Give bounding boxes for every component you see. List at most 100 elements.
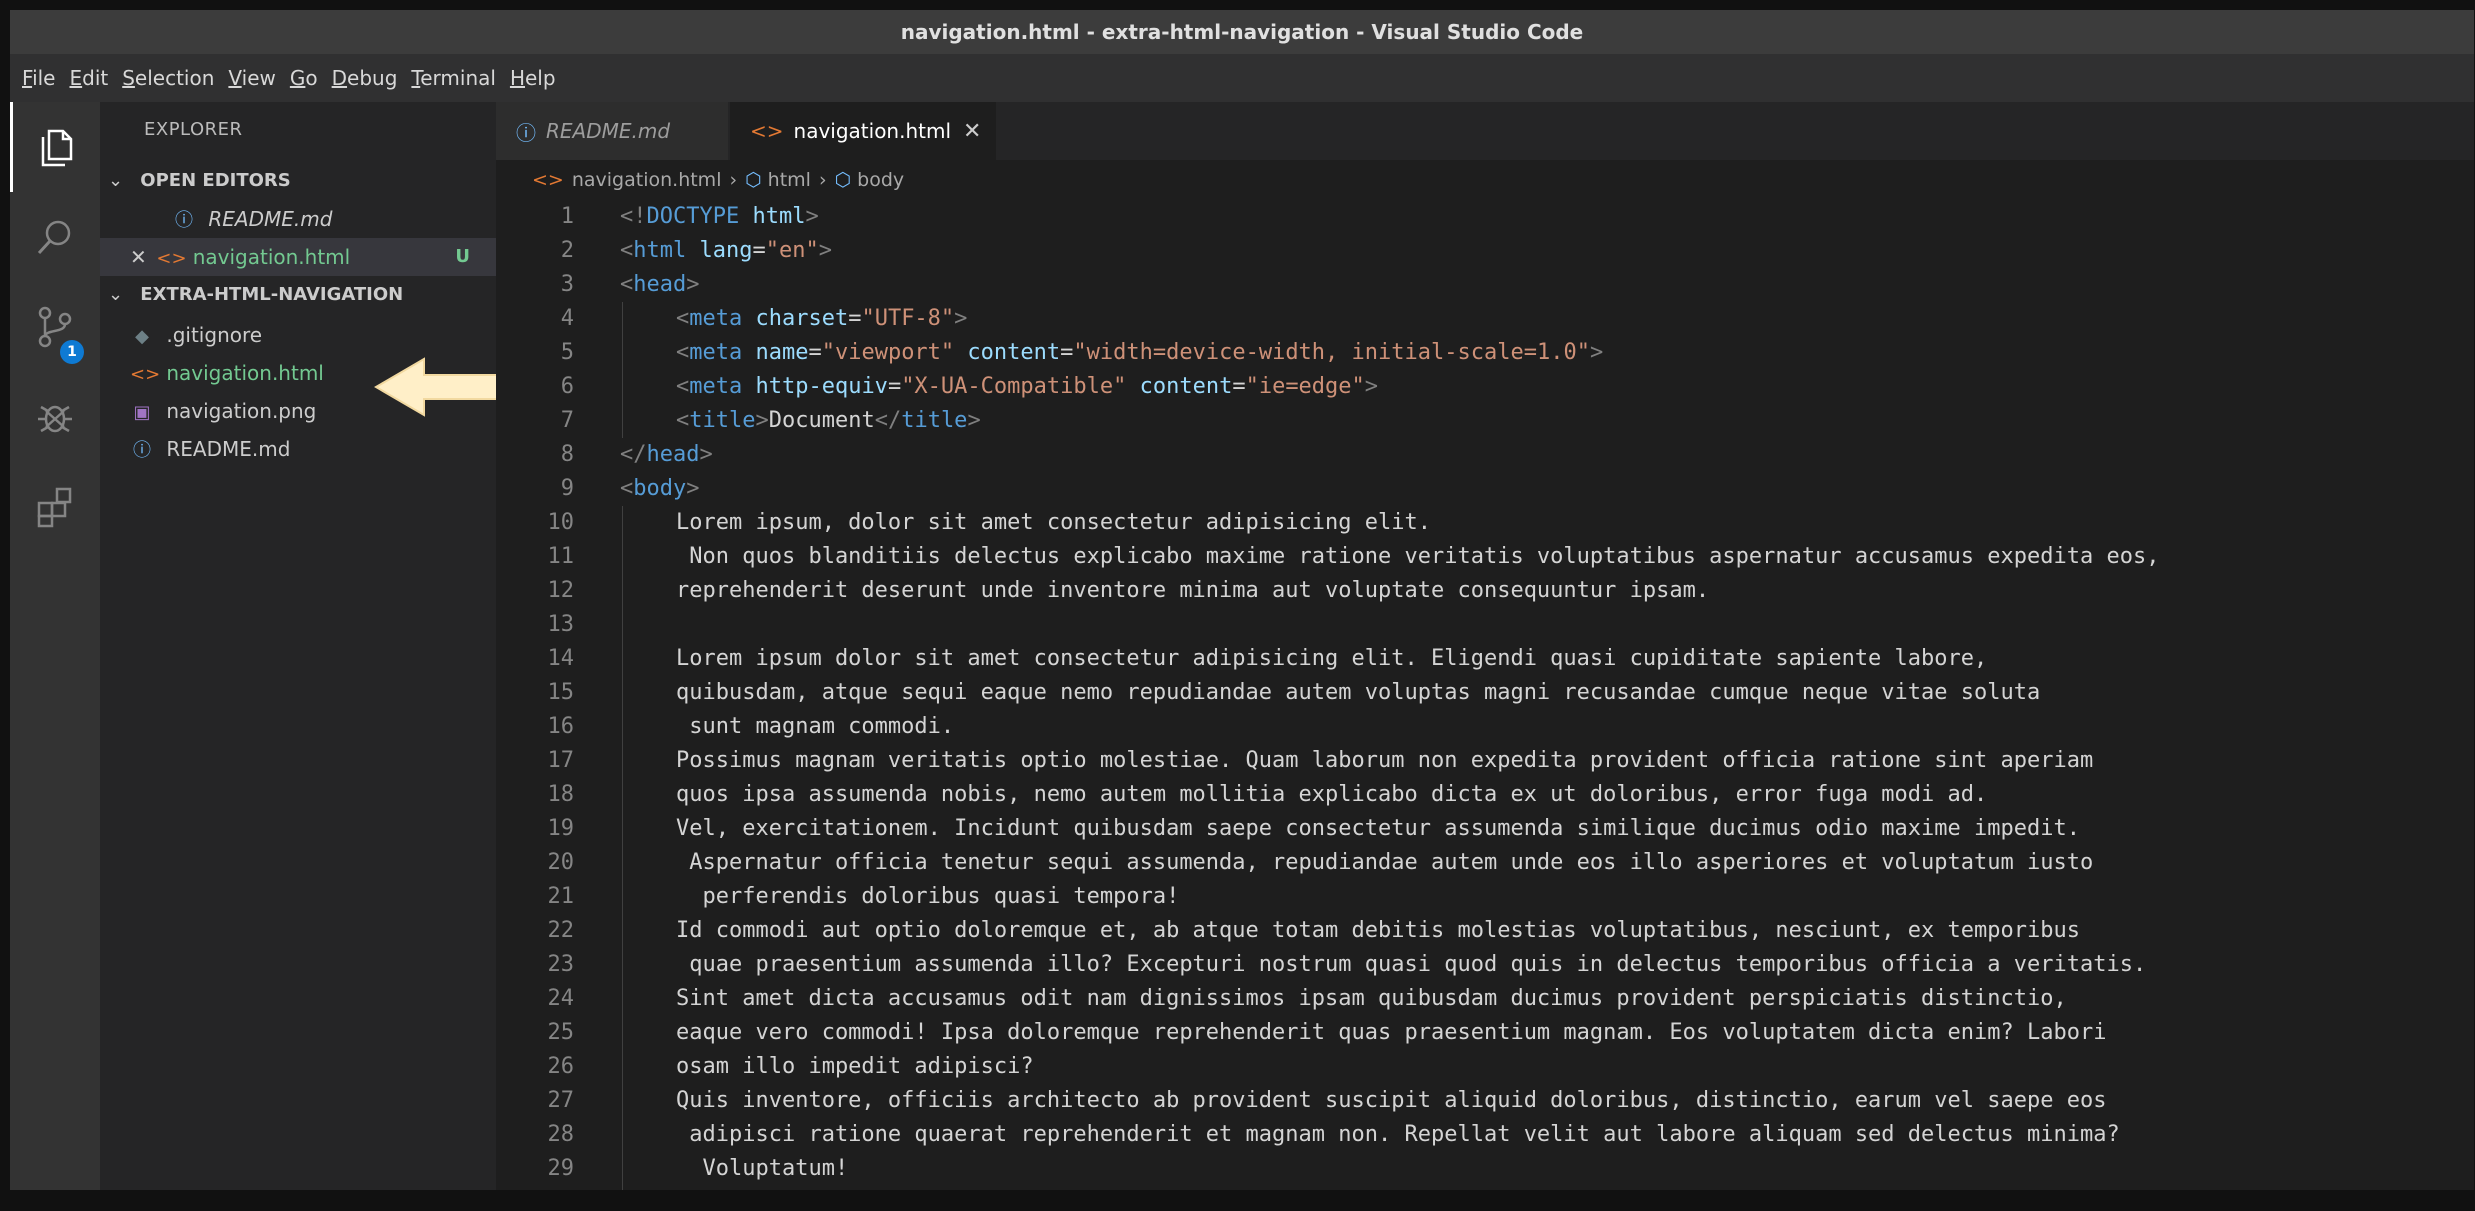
- menu-label-rest: election: [134, 66, 215, 90]
- code-token: "width=device-width, initial-scale=1.0": [1073, 340, 1590, 365]
- menu-mnemonic: F: [22, 66, 33, 90]
- activity-explorer[interactable]: [10, 102, 100, 192]
- code-token: body: [633, 476, 687, 501]
- code-token: </: [620, 442, 647, 467]
- code-token: <: [676, 374, 690, 399]
- html-file-icon: <>: [130, 364, 161, 385]
- untracked-badge: U: [455, 246, 470, 267]
- code-token: http-equiv: [742, 374, 888, 399]
- open-editors-header[interactable]: ⌄ OPEN EDITORS: [100, 162, 496, 200]
- line-number: 24: [547, 986, 575, 1011]
- tab-navigation[interactable]: <> navigation.html ✕: [730, 102, 996, 160]
- info-icon: ⓘ: [175, 210, 193, 231]
- line-number: 29: [547, 1156, 575, 1181]
- breadcrumb-file[interactable]: navigation.html: [572, 169, 722, 191]
- open-editor-readme[interactable]: ⓘ README.md: [100, 200, 496, 238]
- activity-search[interactable]: [10, 192, 100, 282]
- code-token: meta: [689, 374, 743, 399]
- explorer-title: EXPLORER: [144, 119, 243, 140]
- code-editor[interactable]: 1 <!DOCTYPE html> 2 <html lang="en"> 3 <head>…: [496, 200, 2474, 1190]
- code-token: meta: [689, 340, 743, 365]
- code-token: meta: [689, 306, 743, 331]
- code-token: Id commodi aut optio doloremque et, ab a…: [676, 918, 2080, 943]
- folder-header[interactable]: ⌄ EXTRA-HTML-NAVIGATION: [100, 276, 496, 314]
- code-token: Document: [768, 408, 875, 433]
- code-token: Non quos blanditiis delectus explicabo m…: [676, 544, 2160, 569]
- info-icon: ⓘ: [133, 440, 151, 461]
- menu-item[interactable]: Edit: [69, 66, 108, 90]
- menu-item[interactable]: View: [228, 66, 275, 90]
- line-number: 12: [547, 578, 575, 603]
- code-token: eaque vero commodi! Ipsa doloremque repr…: [676, 1020, 2107, 1045]
- code-token: html: [739, 204, 806, 229]
- open-editor-readme-label: README.md: [208, 207, 333, 231]
- open-editor-navigation[interactable]: ✕ <> navigation.html U: [100, 238, 496, 276]
- menu-item[interactable]: Help: [510, 66, 556, 90]
- chevron-down-icon: ⌄: [108, 170, 124, 191]
- indent-guide: [622, 302, 623, 438]
- code-line: Lorem ipsum, dolor sit amet consectetur …: [676, 506, 1431, 540]
- html-file-icon: <>: [156, 248, 187, 269]
- window-title: navigation.html - extra-html-navigation …: [900, 20, 1584, 44]
- code-line: </head>: [620, 438, 713, 472]
- file-readme-label: README.md: [166, 437, 291, 461]
- breadcrumb-body[interactable]: body: [857, 169, 904, 191]
- line-number: 13: [547, 612, 575, 637]
- line-number: 18: [547, 782, 575, 807]
- line-number: 27: [547, 1088, 575, 1113]
- code-line: <meta http-equiv="X-UA-Compatible" conte…: [676, 370, 1378, 404]
- menu-item[interactable]: Go: [290, 66, 318, 90]
- menu-item[interactable]: Selection: [122, 66, 214, 90]
- file-gitignore[interactable]: ◆ .gitignore: [100, 316, 496, 354]
- code-token: quos ipsa assumenda nobis, nemo autem mo…: [676, 782, 1988, 807]
- code-token: Lorem ipsum dolor sit amet consectetur a…: [676, 646, 1988, 671]
- code-token: perferendis doloribus quasi tempora!: [676, 884, 1180, 909]
- line-number: 3: [560, 272, 574, 297]
- menu-item[interactable]: Debug: [332, 66, 398, 90]
- activity-extensions[interactable]: [10, 462, 100, 552]
- chevron-down-icon: ⌄: [108, 284, 124, 305]
- breadcrumb-html[interactable]: html: [768, 169, 811, 191]
- code-line: osam illo impedit adipisci?: [676, 1050, 1034, 1084]
- menu-label-rest: ebug: [347, 66, 398, 90]
- code-token: <: [676, 408, 690, 433]
- code-line: Sint amet dicta accusamus odit nam digni…: [676, 982, 2067, 1016]
- code-token: Sint amet dicta accusamus odit nam digni…: [676, 986, 2067, 1011]
- line-number: 26: [547, 1054, 575, 1079]
- activity-source-control[interactable]: 1: [10, 282, 100, 372]
- file-navigation-html-label: navigation.html: [166, 361, 324, 385]
- code-line: <meta charset="UTF-8">: [676, 302, 967, 336]
- code-token: >: [755, 408, 769, 433]
- activity-bar: 1: [10, 102, 100, 1190]
- file-readme[interactable]: ⓘ README.md: [100, 430, 496, 468]
- code-token: Possimus magnam veritatis optio molestia…: [676, 748, 2094, 773]
- close-icon[interactable]: ✕: [963, 119, 981, 144]
- menu-label-rest: erminal: [420, 66, 496, 90]
- menu-item[interactable]: File: [22, 66, 55, 90]
- line-number: 14: [547, 646, 575, 671]
- code-line: Id commodi aut optio doloremque et, ab a…: [676, 914, 2080, 948]
- code-token: title: [689, 408, 756, 433]
- code-token: Aspernatur officia tenetur sequi assumen…: [676, 850, 2094, 875]
- line-number: 25: [547, 1020, 575, 1045]
- line-number: 11: [547, 544, 575, 569]
- code-token: >: [686, 476, 700, 501]
- vscode-window: navigation.html - extra-html-navigation …: [10, 10, 2474, 1190]
- activity-debug[interactable]: [10, 372, 100, 462]
- code-line: Possimus magnam veritatis optio molestia…: [676, 744, 2093, 778]
- tab-readme[interactable]: ⓘ README.md: [496, 102, 728, 160]
- code-line: Vel, exercitationem. Incidunt quibusdam …: [676, 812, 2080, 846]
- file-navigation-png-label: navigation.png: [166, 399, 317, 423]
- code-token: >: [1589, 340, 1604, 365]
- code-line: Lorem ipsum dolor sit amet consectetur a…: [676, 642, 1987, 676]
- code-token: >: [805, 204, 819, 229]
- code-token: >: [818, 238, 832, 263]
- close-icon[interactable]: ✕: [130, 238, 150, 276]
- code-line: quos ipsa assumenda nobis, nemo autem mo…: [676, 778, 1987, 812]
- code-token: <: [620, 476, 634, 501]
- image-file-icon: ▣: [133, 402, 151, 423]
- code-token: "viewport": [821, 340, 955, 365]
- code-token: charset: [742, 306, 849, 331]
- menu-item[interactable]: Terminal: [411, 66, 496, 90]
- code-token: lang: [686, 238, 753, 263]
